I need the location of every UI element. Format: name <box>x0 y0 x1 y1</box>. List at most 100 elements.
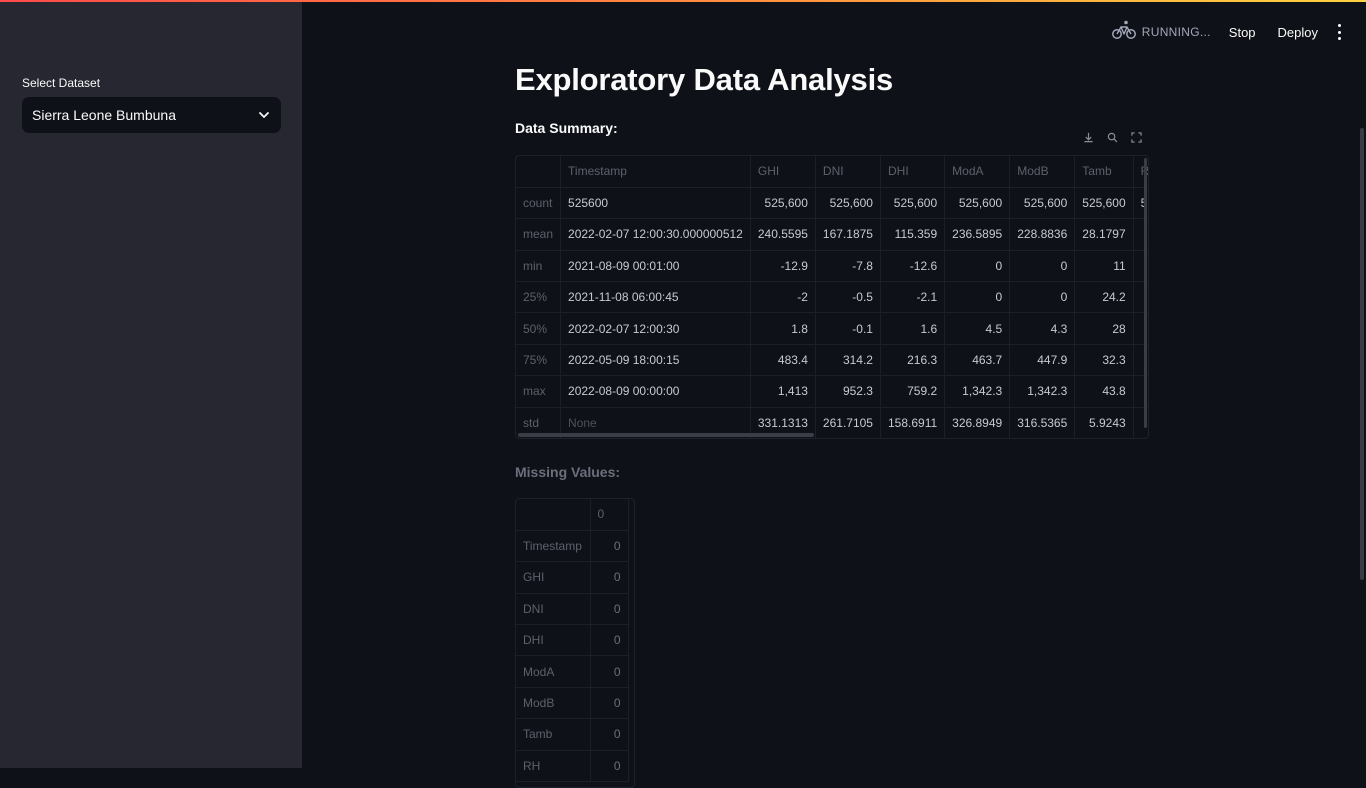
vertical-scrollbar[interactable] <box>1144 158 1147 428</box>
table-cell[interactable]: 525,600 <box>1009 187 1076 220</box>
table-cell[interactable]: 236.5895 <box>944 218 1011 251</box>
table-cell[interactable]: 525,600 <box>1074 187 1134 220</box>
table-cell[interactable]: 28.1797 <box>1074 218 1134 251</box>
column-header[interactable]: Tamb <box>1074 156 1134 188</box>
row-index[interactable]: max <box>516 375 562 408</box>
table-cell[interactable]: -7.8 <box>815 250 881 283</box>
table-cell[interactable]: 167.1875 <box>815 218 881 251</box>
table-cell[interactable]: 314.2 <box>815 344 881 377</box>
table-cell[interactable]: 0 <box>944 281 1011 314</box>
table-cell[interactable]: 0 <box>1009 250 1076 283</box>
deploy-button[interactable]: Deploy <box>1278 25 1318 40</box>
table-cell[interactable]: 0 <box>590 593 629 626</box>
table-cell[interactable]: 0 <box>590 718 629 751</box>
table-cell[interactable]: 28 <box>1074 312 1134 345</box>
table-cell[interactable]: 525,600 <box>750 187 816 220</box>
table-cell[interactable]: 2021-08-09 00:01:00 <box>560 250 751 283</box>
table-cell[interactable]: 1,342.3 <box>944 375 1011 408</box>
row-index[interactable]: count <box>516 187 562 220</box>
data-summary-table[interactable]: TimestampGHIDNIDHIModAModBTambRH count52… <box>515 155 1149 439</box>
table-cell[interactable]: 952.3 <box>815 375 881 408</box>
row-index[interactable]: mean <box>516 218 562 251</box>
table-cell[interactable]: 216.3 <box>880 344 946 377</box>
row-index[interactable]: Timestamp <box>516 530 591 563</box>
column-header[interactable]: Timestamp <box>560 156 751 188</box>
row-index[interactable]: min <box>516 250 562 283</box>
table-cell[interactable]: 240.5595 <box>750 218 816 251</box>
table-cell[interactable]: 2022-05-09 18:00:15 <box>560 344 751 377</box>
row-index[interactable]: RH <box>516 750 591 783</box>
table-cell[interactable]: 158.6911 <box>880 407 946 438</box>
page-scrollbar[interactable] <box>1360 128 1364 580</box>
table-cell[interactable]: 525600 <box>560 187 751 220</box>
column-header[interactable]: ModA <box>944 156 1011 188</box>
more-vertical-icon[interactable] <box>1336 24 1342 40</box>
search-icon[interactable] <box>1106 131 1118 143</box>
table-cell[interactable]: 0 <box>590 750 629 783</box>
table-cell[interactable]: 1.8 <box>750 312 816 345</box>
table-cell[interactable]: 5.9243 <box>1074 407 1134 438</box>
column-header[interactable]: DNI <box>815 156 881 188</box>
table-cell[interactable]: 261.7105 <box>815 407 881 438</box>
table-cell[interactable]: -2 <box>750 281 816 314</box>
table-cell[interactable]: -0.1 <box>815 312 881 345</box>
table-cell[interactable]: 1,413 <box>750 375 816 408</box>
table-cell[interactable]: -0.5 <box>815 281 881 314</box>
row-index[interactable]: Tamb <box>516 718 591 751</box>
table-cell[interactable]: 115.359 <box>880 218 946 251</box>
header-toolbar: RUNNING... Stop Deploy <box>1111 20 1342 44</box>
table-cell[interactable]: 2022-02-07 12:00:30.000000512 <box>560 218 751 251</box>
row-index[interactable]: DNI <box>516 593 591 626</box>
table-cell[interactable]: 0 <box>590 687 629 720</box>
table-cell[interactable]: 316.5365 <box>1009 407 1076 438</box>
fullscreen-icon[interactable] <box>1130 131 1142 143</box>
column-header[interactable]: ModB <box>1009 156 1076 188</box>
row-index[interactable]: ModA <box>516 655 591 688</box>
table-cell[interactable]: 483.4 <box>750 344 816 377</box>
table-cell[interactable]: 1,342.3 <box>1009 375 1076 408</box>
table-cell[interactable]: 2022-08-09 00:00:00 <box>560 375 751 408</box>
horizontal-scrollbar[interactable] <box>518 433 814 437</box>
table-cell[interactable]: 0 <box>590 561 629 594</box>
row-index[interactable]: DHI <box>516 624 591 657</box>
table-cell[interactable]: 4.5 <box>944 312 1011 345</box>
table-cell[interactable]: -12.9 <box>750 250 816 283</box>
row-index[interactable]: 25% <box>516 281 562 314</box>
table-cell[interactable]: 24.2 <box>1074 281 1134 314</box>
row-index[interactable]: 75% <box>516 344 562 377</box>
row-index[interactable]: GHI <box>516 561 591 594</box>
table-cell[interactable]: 0 <box>590 624 629 657</box>
table-cell[interactable]: -2.1 <box>880 281 946 314</box>
table-cell[interactable]: 32.3 <box>1074 344 1134 377</box>
table-cell[interactable]: 43.8 <box>1074 375 1134 408</box>
data-summary-grid: TimestampGHIDNIDHIModAModBTambRH count52… <box>516 156 1148 438</box>
table-cell[interactable]: 525,600 <box>880 187 946 220</box>
column-header[interactable]: GHI <box>750 156 816 188</box>
stop-button[interactable]: Stop <box>1229 25 1256 40</box>
column-header[interactable]: DHI <box>880 156 946 188</box>
row-index[interactable]: ModB <box>516 687 591 720</box>
table-cell[interactable]: 326.8949 <box>944 407 1011 438</box>
table-cell[interactable]: 759.2 <box>880 375 946 408</box>
table-cell[interactable]: 447.9 <box>1009 344 1076 377</box>
table-cell[interactable]: 463.7 <box>944 344 1011 377</box>
missing-values-table[interactable]: 0 Timestamp 0 GHI 0 DNI 0 DHI 0 ModA 0 ModB 0 Tamb 0 R… <box>515 498 635 788</box>
table-cell[interactable]: -12.6 <box>880 250 946 283</box>
table-row: RH 0 <box>516 750 629 783</box>
table-cell[interactable]: 4.3 <box>1009 312 1076 345</box>
download-icon[interactable] <box>1082 131 1094 143</box>
dataset-select[interactable]: Sierra Leone Bumbuna <box>22 97 281 133</box>
table-cell[interactable]: 0 <box>1009 281 1076 314</box>
table-cell[interactable]: 525,600 <box>944 187 1011 220</box>
column-header[interactable]: 0 <box>590 499 629 531</box>
table-cell[interactable]: 2021-11-08 06:00:45 <box>560 281 751 314</box>
row-index[interactable]: 50% <box>516 312 562 345</box>
table-cell[interactable]: 0 <box>590 655 629 688</box>
table-cell[interactable]: 2022-02-07 12:00:30 <box>560 312 751 345</box>
table-cell[interactable]: 11 <box>1074 250 1134 283</box>
table-cell[interactable]: 0 <box>590 530 629 563</box>
table-cell[interactable]: 0 <box>944 250 1011 283</box>
table-cell[interactable]: 228.8836 <box>1009 218 1076 251</box>
table-cell[interactable]: 1.6 <box>880 312 946 345</box>
table-cell[interactable]: 525,600 <box>815 187 881 220</box>
